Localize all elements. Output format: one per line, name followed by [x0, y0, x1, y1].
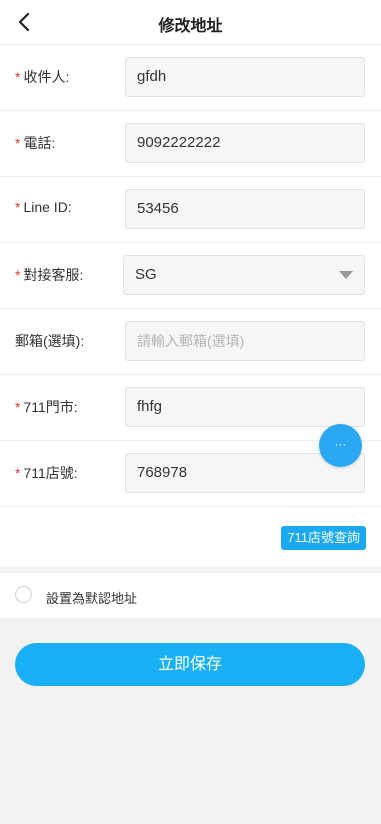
recipient-input[interactable]: gfdh	[125, 57, 365, 97]
service-row: * 對接客服: SG	[0, 243, 381, 309]
required-mark: *	[15, 69, 21, 85]
service-label: * 對接客服:	[15, 267, 84, 283]
recipient-label: * 收件人:	[15, 69, 70, 85]
service-select[interactable]: SG	[123, 255, 365, 295]
save-button[interactable]: 立即保存	[15, 643, 365, 686]
line-id-row: * Line ID: 53456	[0, 177, 381, 243]
recipient-row: * 收件人: gfdh	[0, 45, 381, 111]
default-address-label: 設置為默認地址	[46, 591, 138, 606]
address-form: * 收件人: gfdh * 電話: 9092222222 * Line ID: 534…	[0, 45, 381, 567]
header-bar: 修改地址	[0, 0, 381, 45]
store-label: * 711門市:	[15, 399, 78, 415]
phone-input[interactable]: 9092222222	[125, 123, 365, 163]
store-no-label: * 711店號:	[15, 465, 78, 481]
phone-label: * 電話:	[15, 135, 56, 151]
required-mark: *	[15, 267, 21, 283]
caret-down-icon	[339, 271, 353, 279]
store-lookup-button[interactable]: 711店號查詢	[281, 526, 366, 550]
default-address-radio[interactable]	[15, 586, 32, 603]
page-title: 修改地址	[158, 18, 223, 35]
email-input[interactable]: 請輸入郵箱(選填)	[125, 321, 365, 361]
floating-more-button[interactable]: ···	[319, 424, 362, 467]
email-row: 郵箱(選填): 請輸入郵箱(選填)	[0, 309, 381, 375]
email-label: 郵箱(選填):	[15, 333, 85, 349]
line-id-label: * Line ID:	[15, 199, 72, 215]
line-id-input[interactable]: 53456	[125, 189, 365, 229]
required-mark: *	[15, 199, 21, 215]
required-mark: *	[15, 135, 21, 151]
service-select-value: SG	[135, 266, 157, 283]
phone-row: * 電話: 9092222222	[0, 111, 381, 177]
default-address-row[interactable]: 設置為默認地址	[0, 573, 381, 618]
lookup-row: 711店號查詢	[0, 507, 381, 567]
required-mark: *	[15, 399, 21, 415]
required-mark: *	[15, 465, 21, 481]
store-input[interactable]: fhfg	[125, 387, 365, 427]
